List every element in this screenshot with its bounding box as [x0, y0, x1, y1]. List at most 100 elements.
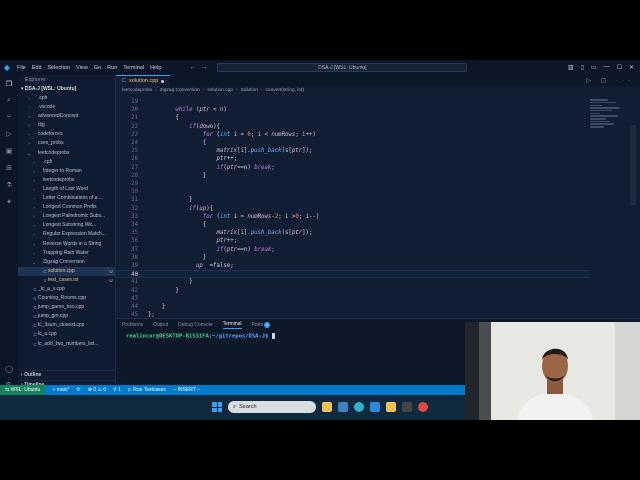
code-line[interactable]: 37 if(ptr==n) break;	[116, 246, 590, 254]
sync-icon[interactable]: ⟳	[77, 387, 81, 393]
terminal-taskbar-icon[interactable]	[402, 402, 412, 412]
code-line[interactable]: 42 }	[116, 287, 590, 295]
tree-item[interactable]: ⌄ Zigzag Conversion	[18, 258, 115, 267]
tree-item[interactable]: Cjump_game_two.cpp	[18, 303, 115, 312]
tree-item[interactable]: Clc_add_two_numbers_list...	[18, 340, 115, 349]
tree-item[interactable]: C _lc_a_s.cpp	[18, 285, 115, 294]
remote-indicator[interactable]: ⇆ WSL: Ubuntu	[0, 385, 46, 395]
tree-item[interactable]: Clc_a.cpp	[18, 330, 115, 339]
extensions-icon[interactable]: ⊞	[6, 164, 12, 172]
code-line[interactable]: 27 if(ptr==n) break;	[116, 164, 590, 172]
code-line[interactable]: 20 while (ptr < n)	[116, 106, 590, 114]
code-line[interactable]: 41 }	[116, 278, 590, 286]
code-line[interactable]: 22 if(down){	[116, 123, 590, 131]
workspace-root[interactable]: ▾ DSA-J [WSL: Ubuntu]	[18, 85, 115, 94]
outline-section[interactable]: › Outline	[18, 370, 116, 379]
edge-icon[interactable]	[354, 402, 364, 412]
tree-item[interactable]: ≡ test_cases.txt U	[18, 276, 115, 285]
code-line[interactable]: 26 ptr++;	[116, 155, 590, 163]
tree-item[interactable]: › cses_probs	[18, 139, 115, 148]
command-center[interactable]: DSA-J [WSL: Ubuntu]	[217, 63, 468, 72]
tab-output[interactable]: Output	[153, 322, 168, 328]
breadcrumb-subfolder[interactable]: Zigzag Conversion	[160, 88, 200, 93]
tree-item[interactable]: › leetcodeprobs	[18, 176, 115, 185]
tab-ports[interactable]: Ports 1	[252, 322, 271, 328]
search-icon[interactable]: ⌕	[7, 97, 11, 105]
tree-item[interactable]: › Longest Substring Wit...	[18, 221, 115, 230]
menu-go[interactable]: Go	[94, 65, 101, 71]
source-control-icon[interactable]: ⑂	[7, 114, 11, 121]
tree-item[interactable]: Cjump_gm.cpp	[18, 312, 115, 321]
tree-item[interactable]: › Regular Expression Match...	[18, 230, 115, 239]
ports-status[interactable]: ⚲ 1	[113, 387, 121, 393]
code-line[interactable]: 28 }	[116, 172, 590, 180]
menu-edit[interactable]: Edit	[32, 65, 41, 71]
code-line[interactable]: 23 for (int i = 0; i < numRows; i++)	[116, 131, 590, 139]
branch-indicator[interactable]: ⑂ main*	[52, 387, 69, 393]
code-line[interactable]: 35 matrix[i].push_back(s[ptr]);	[116, 229, 590, 237]
code-line[interactable]: 30	[116, 188, 590, 196]
code-line[interactable]: 43	[116, 295, 590, 303]
menu-run[interactable]: Run	[107, 65, 117, 71]
code-line[interactable]: 40	[116, 270, 590, 279]
explorer-icon[interactable]: ❐	[6, 80, 12, 88]
toggle-sidebar-icon[interactable]: ▯	[581, 64, 584, 71]
testing-icon[interactable]: ⚗	[6, 181, 12, 189]
close-icon[interactable]: ✕	[629, 64, 634, 71]
code-line[interactable]: 25 matrix[i].push_back(s[ptr]);	[116, 147, 590, 155]
tree-item[interactable]: › codeforces	[18, 130, 115, 139]
nav-back-forward-icon[interactable]: ←→	[189, 64, 211, 71]
tree-item[interactable]: › dig	[18, 121, 115, 130]
code-line[interactable]: 29	[116, 180, 590, 188]
problems-count[interactable]: ⊗ 0 ⚠ 0	[88, 387, 106, 393]
run-debug-icon[interactable]: ▷	[6, 130, 11, 138]
tree-item[interactable]: C Counting_Rooms.cpp	[18, 294, 115, 303]
tree-item[interactable]: › Length of Last Word	[18, 185, 115, 194]
file-explorer-icon[interactable]	[322, 402, 332, 412]
tree-item[interactable]: ⌄ leetcodeprobs	[18, 149, 115, 158]
menu-selection[interactable]: Selection	[47, 65, 70, 71]
tab-debug-console[interactable]: Debug Console	[178, 322, 212, 328]
store-icon[interactable]	[386, 402, 396, 412]
tree-item[interactable]: › .cph	[18, 94, 115, 103]
run-testcases-button[interactable]: ▷ Run Testcases	[128, 387, 166, 393]
code-editor[interactable]: 19 20 while (ptr < n) 21 {22 if(down){23 f…	[116, 98, 640, 318]
tree-item[interactable]: › .cph	[18, 158, 115, 167]
photos-icon[interactable]	[338, 402, 348, 412]
menu-help[interactable]: Help	[150, 65, 161, 71]
code-line[interactable]: 36 ptr++;	[116, 237, 590, 245]
breadcrumb-file[interactable]: solution.cpp	[207, 88, 233, 93]
code-line[interactable]: 19	[116, 98, 590, 106]
code-line[interactable]: 21 {	[116, 114, 590, 122]
tree-item[interactable]: › Reverse Words in a String	[18, 240, 115, 249]
minimap[interactable]	[590, 98, 630, 158]
editor-actions[interactable]: ▷ ▢ ···	[586, 77, 640, 84]
menu-file[interactable]: File	[17, 65, 26, 71]
code-line[interactable]: 33 for (int i = numRows-2; i >0; i--)	[116, 213, 590, 221]
menu-terminal[interactable]: Terminal	[123, 65, 144, 71]
minimize-icon[interactable]: —	[604, 64, 610, 71]
remote-explorer-icon[interactable]: ▣	[6, 147, 13, 155]
code-line[interactable]: 31 }	[116, 196, 590, 204]
menu-view[interactable]: View	[76, 65, 88, 71]
breadcrumb-method[interactable]: convert(string, int)	[266, 88, 304, 93]
maximize-icon[interactable]: ☐	[617, 64, 622, 71]
code-line[interactable]: 32 if(up){	[116, 205, 590, 213]
tree-item[interactable]: › Letter Combinations of a ...	[18, 194, 115, 203]
vscode-taskbar-icon[interactable]	[370, 402, 380, 412]
competitive-icon[interactable]: ✦	[6, 198, 12, 206]
tab-solution-cpp[interactable]: C solution.cpp	[116, 75, 171, 86]
tab-terminal[interactable]: Terminal	[222, 321, 242, 329]
code-line[interactable]: 44 }	[116, 303, 590, 311]
code-line[interactable]: 39 up =false;	[116, 262, 590, 270]
layout-icon[interactable]: ▥	[568, 64, 574, 71]
tab-problems[interactable]: Problems	[122, 322, 143, 328]
breadcrumb-class[interactable]: Solution	[241, 88, 258, 93]
tree-item[interactable]: › Trapping Rain Water	[18, 249, 115, 258]
tree-item[interactable]: › Integer to Roman	[18, 167, 115, 176]
code-line[interactable]: 34 {	[116, 221, 590, 229]
code-line[interactable]: 24 {	[116, 139, 590, 147]
tree-item[interactable]: › Longest Palindromic Subs...	[18, 212, 115, 221]
tree-item[interactable]: › Longest Common Prefix	[18, 203, 115, 212]
tree-item[interactable]: › .vscode	[18, 103, 115, 112]
